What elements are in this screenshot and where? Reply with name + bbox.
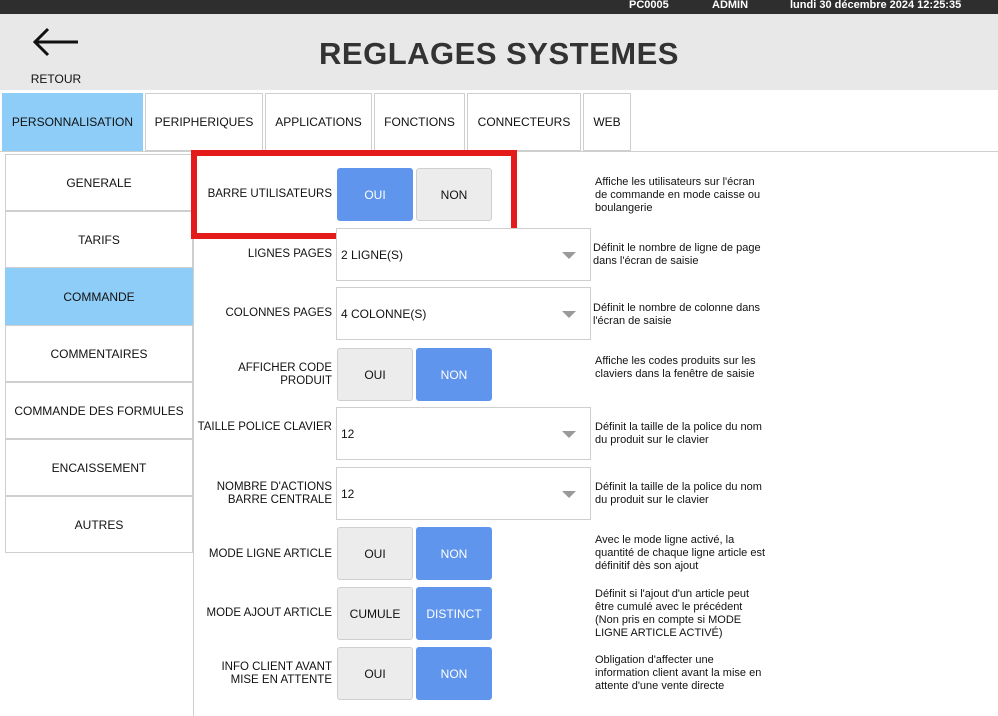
chevron-down-icon	[562, 491, 576, 498]
info-client-non-button[interactable]: NON	[416, 647, 492, 700]
setting-label-afficher-code-produit: AFFICHER CODE PRODUIT	[238, 362, 332, 387]
setting-label-barre-utilisateurs: BARRE UTILISATEURS	[207, 188, 332, 200]
barre-utilisateurs-oui-button[interactable]: OUI	[337, 168, 413, 221]
tab-fonctions[interactable]: FONCTIONS	[374, 93, 465, 151]
mode-ligne-article-oui-button[interactable]: OUI	[337, 527, 413, 580]
setting-desc-lignes-pages: Définit le nombre de ligne de page dans …	[593, 242, 761, 267]
chevron-down-icon	[562, 311, 576, 318]
sidebar-item-tarifs[interactable]: TARIFS	[5, 211, 193, 268]
tab-peripheriques[interactable]: PERIPHERIQUES	[145, 93, 263, 151]
sidebar-item-commande[interactable]: COMMANDE	[5, 268, 193, 325]
lignes-pages-value: 2 LIGNE(S)	[341, 248, 404, 262]
afficher-code-produit-oui-button[interactable]: OUI	[337, 348, 413, 401]
colonnes-pages-value: 4 COLONNE(S)	[341, 307, 427, 321]
setting-desc-barre-utilisateurs: Affiche les utilisateurs sur l'écran de …	[595, 176, 761, 214]
tab-applications[interactable]: APPLICATIONS	[265, 93, 372, 151]
setting-label-colonnes-pages: COLONNES PAGES	[225, 307, 332, 319]
afficher-code-produit-non-button[interactable]: NON	[416, 348, 492, 401]
setting-desc-afficher-code-produit: Affiche les codes produits sur les clavi…	[595, 355, 756, 380]
mode-ajout-article-distinct-button[interactable]: DISTINCT	[416, 587, 492, 640]
sidebar-item-encaissement[interactable]: ENCAISSEMENT	[5, 439, 193, 496]
nombre-actions-barre-centrale-select[interactable]: 12	[336, 467, 591, 520]
sidebar-item-autres[interactable]: AUTRES	[5, 496, 193, 553]
colonnes-pages-select[interactable]: 4 COLONNE(S)	[336, 287, 591, 340]
barre-utilisateurs-non-button[interactable]: NON	[416, 168, 492, 221]
header: RETOUR REGLAGES SYSTEMES	[0, 14, 998, 90]
back-label: RETOUR	[30, 72, 82, 86]
setting-desc-mode-ajout-article: Définit si l'ajout d'un article peut êtr…	[595, 588, 750, 639]
setting-desc-mode-ligne-article: Avec le mode ligne activé, la quantité d…	[595, 534, 766, 572]
tab-personnalisation[interactable]: PERSONNALISATION	[2, 93, 143, 151]
lignes-pages-select[interactable]: 2 LIGNE(S)	[336, 228, 591, 281]
setting-desc-colonnes-pages: Définit le nombre de colonne dans l'écra…	[593, 302, 760, 327]
setting-desc-nombre-actions-barre-centrale: Définit la taille de la police du nom du…	[595, 481, 762, 506]
taille-police-clavier-value: 12	[341, 427, 355, 441]
setting-desc-info-client-avant-mise-en-attente: Obligation d'affecter une information cl…	[595, 654, 762, 692]
setting-label-nombre-actions-barre-centrale: NOMBRE D'ACTIONS BARRE CENTRALE	[216, 481, 332, 506]
tabs-divider	[0, 151, 998, 152]
tab-connecteurs[interactable]: CONNECTEURS	[467, 93, 581, 151]
panel-divider	[193, 154, 194, 716]
sidebar-item-commande-des-formules[interactable]: COMMANDE DES FORMULES	[5, 382, 193, 439]
taille-police-clavier-select[interactable]: 12	[336, 407, 591, 460]
setting-label-mode-ajout-article: MODE AJOUT ARTICLE	[206, 607, 332, 619]
mode-ajout-article-cumule-button[interactable]: CUMULE	[337, 587, 413, 640]
setting-label-info-client-avant-mise-en-attente: INFO CLIENT AVANT MISE EN ATTENTE	[221, 661, 332, 686]
status-bar: PC0005 ADMIN lundi 30 décembre 2024 12:2…	[0, 0, 998, 14]
chevron-down-icon	[562, 431, 576, 438]
info-client-oui-button[interactable]: OUI	[337, 647, 413, 700]
sidebar-item-generale[interactable]: GENERALE	[5, 154, 193, 211]
setting-label-lignes-pages: LIGNES PAGES	[247, 248, 332, 260]
setting-label-taille-police-clavier: TAILLE POLICE CLAVIER	[197, 421, 332, 433]
chevron-down-icon	[562, 252, 576, 259]
terminal-id: PC0005	[629, 0, 669, 11]
page-title: REGLAGES SYSTEMES	[319, 36, 679, 71]
sidebar-item-commentaires[interactable]: COMMENTAIRES	[5, 325, 193, 382]
date-time: lundi 30 décembre 2024 12:25:35	[790, 0, 962, 11]
setting-desc-taille-police-clavier: Définit la taille de la police du nom du…	[595, 421, 762, 446]
mode-ligne-article-non-button[interactable]: NON	[416, 527, 492, 580]
current-user: ADMIN	[712, 0, 749, 11]
nombre-actions-barre-centrale-value: 12	[341, 487, 355, 501]
tab-web[interactable]: WEB	[583, 93, 631, 151]
setting-label-mode-ligne-article: MODE LIGNE ARTICLE	[208, 548, 332, 560]
